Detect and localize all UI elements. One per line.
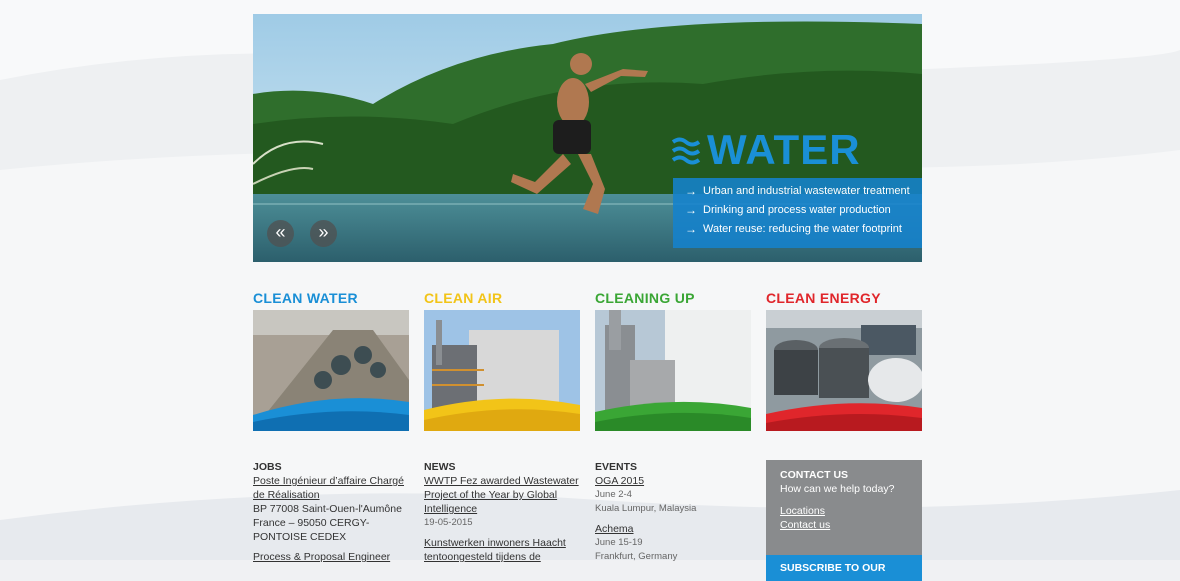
page-container: WATER → Urban and industrial wastewater t…: [253, 14, 924, 581]
contact-us-link[interactable]: Contact us: [780, 518, 908, 532]
event-link[interactable]: Achema: [595, 522, 751, 536]
news-link[interactable]: WWTP Fez awarded Wastewater Project of t…: [424, 475, 579, 515]
event-place: Kuala Lumpur, Malaysia: [595, 503, 697, 514]
waves-icon: [671, 137, 701, 165]
subscribe-button[interactable]: SUBSCRIBE TO OUR: [766, 555, 922, 581]
contact-box: CONTACT US How can we help today? Locati…: [766, 460, 922, 555]
prev-slide-button[interactable]: «: [267, 220, 294, 247]
locations-link[interactable]: Locations: [780, 504, 908, 518]
arrow-right-icon: →: [685, 184, 697, 198]
category-title[interactable]: CLEAN AIR: [424, 290, 580, 306]
events-column: EVENTS OGA 2015 June 2-4 Kuala Lumpur, M…: [595, 460, 751, 581]
arrow-right-icon: →: [685, 203, 697, 217]
category-clean-water[interactable]: CLEAN WATER: [253, 290, 409, 436]
event-place: Frankfurt, Germany: [595, 551, 678, 562]
hero-title-text: WATER: [707, 126, 861, 173]
job-link[interactable]: Poste Ingénieur d’affaire Chargé de Réal…: [253, 475, 404, 501]
contact-heading: CONTACT US: [780, 469, 849, 481]
hero-slider: WATER → Urban and industrial wastewater t…: [253, 14, 922, 262]
category-row: CLEAN WATER CLEAN AIR CLEANING UP CLEAN …: [253, 290, 924, 436]
jobs-column: JOBS Poste Ingénieur d’affaire Chargé de…: [253, 460, 409, 581]
category-title[interactable]: CLEAN ENERGY: [766, 290, 922, 306]
jobs-heading: JOBS: [253, 461, 282, 473]
news-date: 19-05-2015: [424, 517, 473, 528]
category-title[interactable]: CLEAN WATER: [253, 290, 409, 306]
clean-energy-image[interactable]: [766, 310, 924, 431]
arrow-right-icon: →: [685, 222, 697, 236]
cleaning-up-image[interactable]: [595, 310, 751, 431]
event-date: June 15-19: [595, 537, 643, 548]
hero-title: WATER: [671, 126, 861, 174]
events-heading: EVENTS: [595, 461, 638, 473]
contact-column: CONTACT US How can we help today? Locati…: [766, 460, 922, 581]
category-cleaning-up[interactable]: CLEANING UP: [595, 290, 751, 436]
hero-bullet-box: → Urban and industrial wastewater treatme…: [673, 178, 922, 248]
clean-air-image[interactable]: [424, 310, 580, 431]
clean-water-image[interactable]: [253, 310, 409, 431]
contact-tagline: How can we help today?: [780, 483, 895, 495]
category-clean-air[interactable]: CLEAN AIR: [424, 290, 580, 436]
hero-bullet: → Urban and industrial wastewater treatme…: [685, 184, 910, 198]
event-date: June 2-4: [595, 489, 632, 500]
event-link[interactable]: OGA 2015: [595, 475, 644, 487]
info-columns: JOBS Poste Ingénieur d’affaire Chargé de…: [253, 460, 922, 581]
category-title[interactable]: CLEANING UP: [595, 290, 751, 306]
news-column: NEWS WWTP Fez awarded Wastewater Project…: [424, 460, 580, 581]
job-link[interactable]: Process & Proposal Engineer: [253, 550, 409, 564]
hero-bullet: → Drinking and process water production: [685, 203, 891, 217]
job-address: BP 77008 Saint-Ouen-l'Aumône France – 95…: [253, 503, 402, 543]
category-clean-energy[interactable]: CLEAN ENERGY: [766, 290, 924, 436]
news-heading: NEWS: [424, 461, 456, 473]
hero-bullet: → Water reuse: reducing the water footpri…: [685, 222, 902, 236]
next-slide-button[interactable]: »: [310, 220, 337, 247]
